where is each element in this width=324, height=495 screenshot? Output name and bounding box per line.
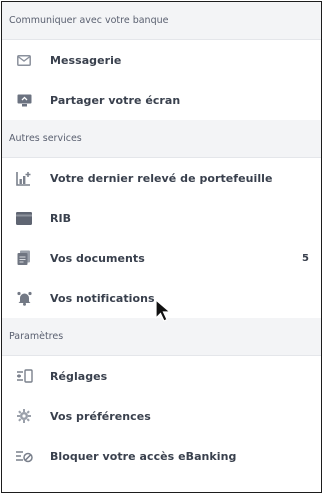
menu-item-reglages[interactable]: Réglages bbox=[2, 356, 321, 396]
menu-item-vos-notifications[interactable]: Vos notifications bbox=[2, 278, 321, 318]
section-title: Communiquer avec votre banque bbox=[9, 15, 169, 26]
menu-item-vos-preferences[interactable]: Vos préférences bbox=[2, 396, 321, 436]
section-header-communiquer: Communiquer avec votre banque bbox=[2, 2, 321, 40]
menu-item-label: Bloquer votre accès eBanking bbox=[50, 449, 237, 463]
menu-item-label: RIB bbox=[50, 211, 72, 225]
section-header-autres-services: Autres services bbox=[2, 120, 321, 158]
documents-icon bbox=[15, 249, 33, 267]
mail-icon bbox=[15, 51, 33, 69]
section-title: Autres services bbox=[9, 133, 82, 144]
section-title: Paramètres bbox=[9, 331, 64, 342]
bank-card-icon bbox=[15, 209, 33, 227]
menu-item-vos-documents[interactable]: Vos documents 5 bbox=[2, 238, 321, 278]
menu-item-label: Vos notifications bbox=[50, 291, 155, 305]
screen-share-icon bbox=[15, 91, 33, 109]
lock-access-icon bbox=[15, 447, 33, 465]
menu-item-rib[interactable]: RIB bbox=[2, 198, 321, 238]
menu-item-label: Votre dernier relevé de portefeuille bbox=[50, 171, 273, 185]
documents-count-badge: 5 bbox=[301, 252, 309, 264]
menu-item-messagerie[interactable]: Messagerie bbox=[2, 40, 321, 80]
menu-item-bloquer-acces[interactable]: Bloquer votre accès eBanking bbox=[2, 436, 321, 476]
section-header-parametres: Paramètres bbox=[2, 318, 321, 356]
menu-item-label: Messagerie bbox=[50, 53, 122, 67]
menu-item-label: Partager votre écran bbox=[50, 93, 181, 107]
menu-panel: Communiquer avec votre banque Messagerie… bbox=[1, 1, 322, 493]
settings-sliders-icon bbox=[15, 367, 33, 385]
gear-icon bbox=[15, 407, 33, 425]
menu-item-partager-ecran[interactable]: Partager votre écran bbox=[2, 80, 321, 120]
portfolio-chart-icon bbox=[15, 169, 33, 187]
menu-item-releve-portefeuille[interactable]: Votre dernier relevé de portefeuille bbox=[2, 158, 321, 198]
menu-item-label: Vos préférences bbox=[50, 409, 151, 423]
bell-icon bbox=[15, 289, 33, 307]
menu-item-label: Réglages bbox=[50, 369, 108, 383]
menu-item-label: Vos documents bbox=[50, 251, 145, 265]
